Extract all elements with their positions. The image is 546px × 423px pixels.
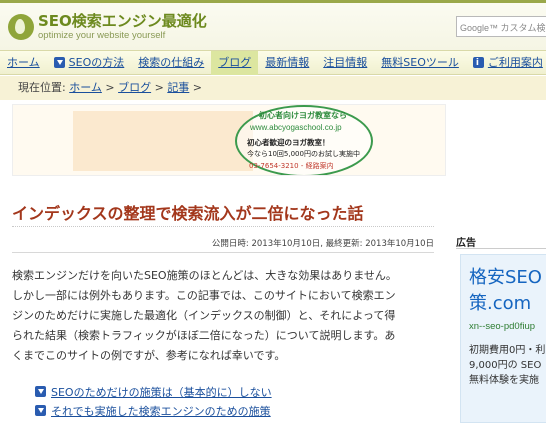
- body-line: られた結果（検索トラフィックがほぼ二倍になった）について説明します。あ: [12, 329, 396, 342]
- body-line: しかし一部には例外もあります。この記事では、このサイトにおいて検索エン: [12, 289, 396, 302]
- arrow-down-icon: [35, 386, 46, 397]
- banner-url: www.abcyogaschool.co.jp: [250, 123, 342, 132]
- banner-text: 初心者歓迎のヨガ教室！: [247, 138, 330, 147]
- info-icon: [472, 51, 484, 75]
- nav-item-seo-method[interactable]: SEOの方法: [47, 51, 132, 75]
- breadcrumb-blog[interactable]: ブログ: [118, 81, 151, 94]
- ad-url[interactable]: xn--seo-pd0fiup: [469, 321, 535, 332]
- ad-description: 初期費用0円・利 9,000円の SEO 無料体験を実施: [469, 345, 546, 386]
- body-line: 検索エンジンだけを向いたSEO施策のほとんどは、大きな効果はありません。: [12, 269, 397, 282]
- site-header: SEO検索エンジン最適化 optimize your website yours…: [0, 0, 546, 50]
- leaf-logo-icon: [8, 14, 34, 40]
- breadcrumb-article[interactable]: 記事: [167, 81, 189, 94]
- toc-item[interactable]: SEOのためだけの施策は（基本的に）しない: [35, 382, 272, 401]
- arrow-down-icon: [35, 405, 46, 416]
- toc-link[interactable]: それでも実施した検索エンジンのための施策: [51, 403, 271, 419]
- nav-item-search-mechanism[interactable]: 検索の仕組み: [131, 51, 211, 75]
- article-body: 検索エンジンだけを向いたSEO施策のほとんどは、大きな効果はありません。 しかし…: [12, 266, 436, 366]
- body-line: くまでこのサイトの例ですが、参考になれば幸いです。: [12, 349, 286, 362]
- ad-title[interactable]: 格安SEO: [469, 263, 542, 289]
- toc-item[interactable]: それでも実施した検索エンジンのための施策: [35, 401, 272, 420]
- divider: [456, 248, 546, 249]
- article-meta: 公開日時: 2013年10月10日, 最終更新: 2013年10月10日: [211, 239, 434, 249]
- logo-tagline: optimize your website yourself: [38, 30, 166, 41]
- divider: [12, 226, 434, 227]
- nav-item-blog[interactable]: ブログ: [211, 50, 259, 75]
- ad-label: 広告: [456, 238, 476, 249]
- toc-link[interactable]: SEOのためだけの施策は（基本的に）しない: [51, 384, 272, 400]
- sidebar-ad[interactable]: 格安SEO 策.com xn--seo-pd0fiup 初期費用0円・利 9,0…: [460, 254, 546, 423]
- arrow-down-icon: [53, 57, 65, 68]
- site-logo[interactable]: SEO検索エンジン最適化 optimize your website yours…: [8, 9, 207, 45]
- banner-photo: [73, 111, 253, 171]
- nav-item-free-tools[interactable]: 無料SEOツール: [374, 51, 466, 75]
- nav-item-home[interactable]: ホーム: [0, 51, 47, 75]
- banner-offer: 今なら10回5,000円のお試し実施中: [247, 150, 360, 158]
- breadcrumb-home[interactable]: ホーム: [69, 81, 102, 94]
- ad-title[interactable]: 策.com: [469, 289, 531, 315]
- breadcrumb: 現在位置: ホーム > ブログ > 記事 >: [0, 76, 546, 100]
- nav-item-guide[interactable]: ご利用案内: [466, 51, 546, 75]
- banner-headline: 初心者向けヨガ教室なら: [259, 111, 347, 120]
- article-title: インデックスの整理で検索流入が二倍になった話: [12, 204, 364, 223]
- logo-title: SEO検索エンジン最適化: [38, 12, 207, 30]
- divider: [12, 252, 434, 253]
- body-line: ジンのためだけに実施した最適化（インデックスの制御）と、それによって得: [12, 309, 396, 322]
- table-of-contents: SEOのためだけの施策は（基本的に）しない それでも実施した検索エンジンのための…: [35, 382, 272, 420]
- banner-ad[interactable]: 初心者向けヨガ教室なら www.abcyogaschool.co.jp 初心者歓…: [12, 104, 446, 176]
- nav-item-featured[interactable]: 注目情報: [316, 51, 374, 75]
- search-input[interactable]: Google™ カスタム検索: [456, 16, 546, 37]
- banner-phone: 03-7654-3210 - 経路案内: [249, 162, 334, 170]
- nav-item-news[interactable]: 最新情報: [258, 51, 316, 75]
- main-nav: ホーム SEOの方法 検索の仕組み ブログ 最新情報 注目情報 無料SEOツール…: [0, 50, 546, 75]
